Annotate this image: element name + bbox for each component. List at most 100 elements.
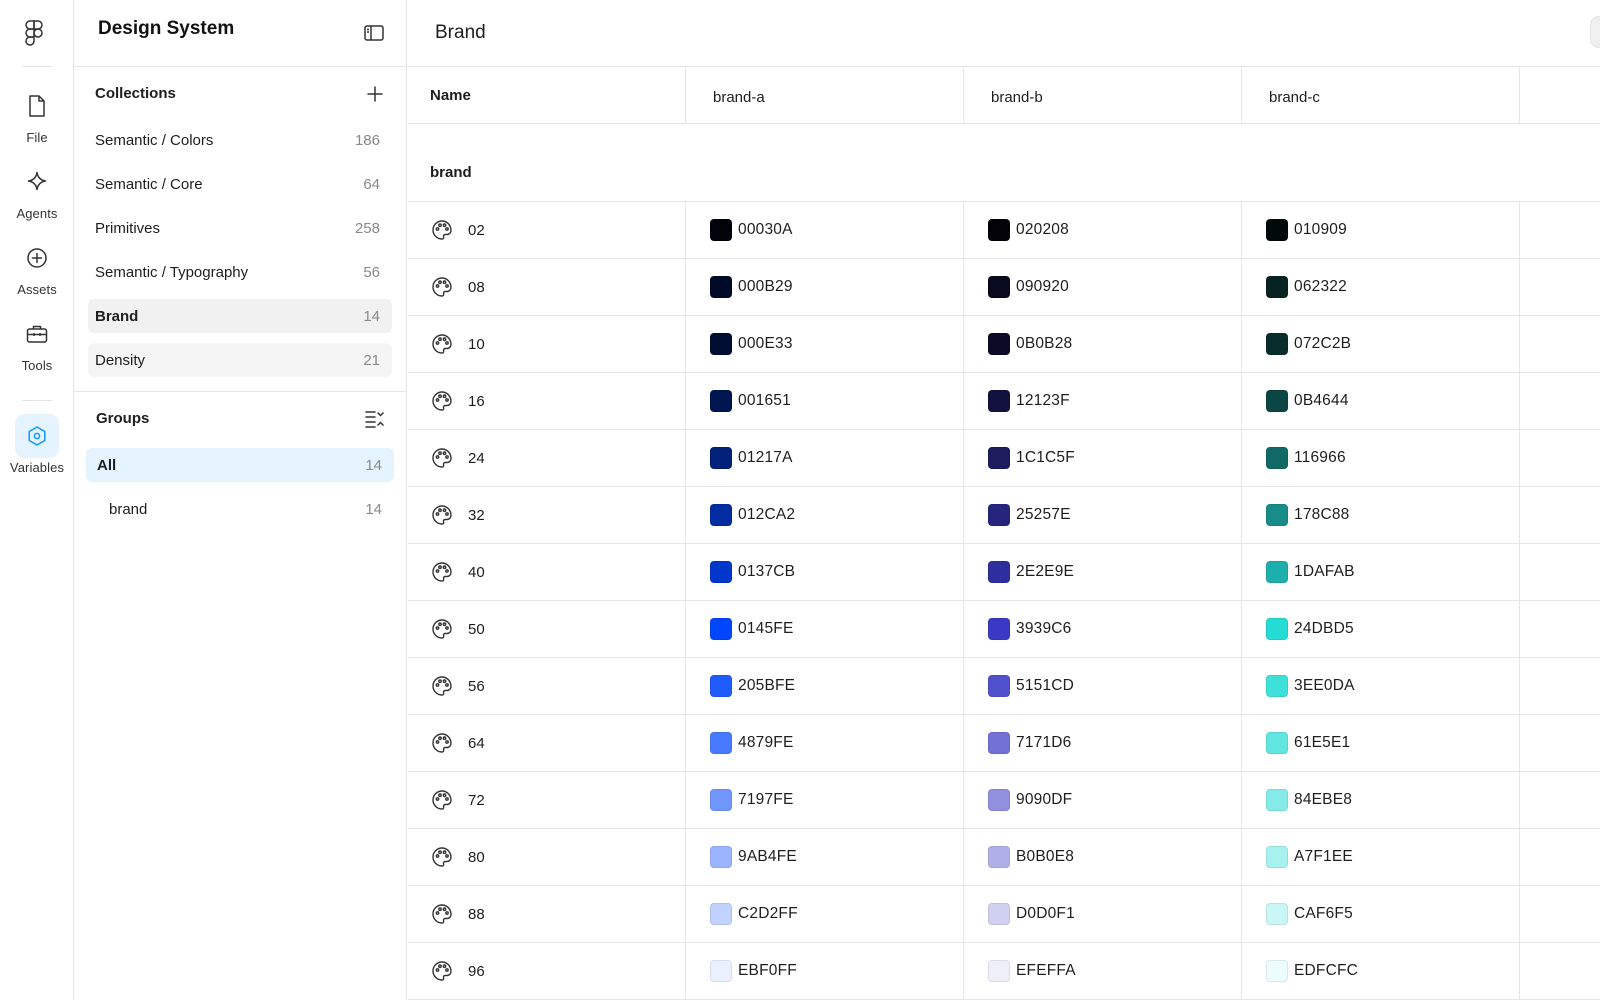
variable-name-cell[interactable]: 40: [408, 544, 686, 600]
color-value-cell[interactable]: 7197FE: [686, 772, 964, 828]
color-swatch[interactable]: [988, 561, 1010, 583]
color-swatch[interactable]: [710, 960, 732, 982]
color-value-cell[interactable]: 001651: [686, 373, 964, 429]
color-swatch[interactable]: [1266, 789, 1288, 811]
color-value-cell[interactable]: 012CA2: [686, 487, 964, 543]
color-value-cell[interactable]: 00030A: [686, 202, 964, 258]
color-value-cell[interactable]: 205BFE: [686, 658, 964, 714]
color-swatch[interactable]: [710, 390, 732, 412]
toggle-sidebar-button[interactable]: [362, 22, 386, 44]
variable-name-cell[interactable]: 80: [408, 829, 686, 885]
color-value-cell[interactable]: 12123F: [964, 373, 1242, 429]
rail-item-assets[interactable]: Assets: [0, 236, 74, 297]
color-swatch[interactable]: [988, 618, 1010, 640]
variable-name-cell[interactable]: 02: [408, 202, 686, 258]
color-swatch[interactable]: [710, 504, 732, 526]
table-row[interactable]: 40 0137CB 2E2E9E 1DAFAB: [408, 544, 1600, 601]
variable-name-cell[interactable]: 96: [408, 943, 686, 999]
color-swatch[interactable]: [710, 903, 732, 925]
color-swatch[interactable]: [988, 390, 1010, 412]
add-collection-button[interactable]: [364, 83, 386, 105]
color-value-cell[interactable]: 0137CB: [686, 544, 964, 600]
color-swatch[interactable]: [1266, 903, 1288, 925]
color-value-cell[interactable]: 3EE0DA: [1242, 658, 1520, 714]
group-options-button[interactable]: [364, 408, 386, 430]
color-swatch[interactable]: [988, 504, 1010, 526]
color-swatch[interactable]: [1266, 960, 1288, 982]
collection-item[interactable]: Semantic / Colors 186: [88, 123, 392, 157]
variable-name-cell[interactable]: 08: [408, 259, 686, 315]
color-swatch[interactable]: [988, 789, 1010, 811]
color-value-cell[interactable]: 25257E: [964, 487, 1242, 543]
color-swatch[interactable]: [710, 618, 732, 640]
color-swatch[interactable]: [1266, 561, 1288, 583]
color-swatch[interactable]: [710, 276, 732, 298]
table-row[interactable]: 02 00030A 020208 010909: [408, 202, 1600, 259]
color-value-cell[interactable]: 9090DF: [964, 772, 1242, 828]
table-row[interactable]: 08 000B29 090920 062322: [408, 259, 1600, 316]
panel-edge-handle[interactable]: [1590, 16, 1600, 48]
table-row[interactable]: 24 01217A 1C1C5F 116966: [408, 430, 1600, 487]
variable-name-cell[interactable]: 64: [408, 715, 686, 771]
rail-item-agents[interactable]: Agents: [0, 160, 74, 221]
color-value-cell[interactable]: 072C2B: [1242, 316, 1520, 372]
color-swatch[interactable]: [1266, 675, 1288, 697]
rail-item-variables[interactable]: Variables: [0, 414, 74, 475]
color-swatch[interactable]: [1266, 846, 1288, 868]
color-value-cell[interactable]: 01217A: [686, 430, 964, 486]
color-value-cell[interactable]: D0D0F1: [964, 886, 1242, 942]
color-swatch[interactable]: [1266, 276, 1288, 298]
table-row[interactable]: 50 0145FE 3939C6 24DBD5: [408, 601, 1600, 658]
table-row[interactable]: 56 205BFE 5151CD 3EE0DA: [408, 658, 1600, 715]
variable-name-cell[interactable]: 10: [408, 316, 686, 372]
color-swatch[interactable]: [1266, 390, 1288, 412]
color-value-cell[interactable]: EDFCFC: [1242, 943, 1520, 999]
color-value-cell[interactable]: 0B4644: [1242, 373, 1520, 429]
color-swatch[interactable]: [988, 732, 1010, 754]
color-swatch[interactable]: [710, 675, 732, 697]
table-row[interactable]: 32 012CA2 25257E 178C88: [408, 487, 1600, 544]
color-value-cell[interactable]: 5151CD: [964, 658, 1242, 714]
variable-name-cell[interactable]: 32: [408, 487, 686, 543]
color-value-cell[interactable]: 0B0B28: [964, 316, 1242, 372]
variable-name-cell[interactable]: 24: [408, 430, 686, 486]
color-swatch[interactable]: [988, 903, 1010, 925]
table-row[interactable]: 64 4879FE 7171D6 61E5E1: [408, 715, 1600, 772]
color-value-cell[interactable]: 0145FE: [686, 601, 964, 657]
color-value-cell[interactable]: 9AB4FE: [686, 829, 964, 885]
column-header-mode[interactable]: brand-c: [1242, 67, 1520, 123]
collection-item-selected[interactable]: Brand 14: [88, 299, 392, 333]
color-swatch[interactable]: [710, 846, 732, 868]
color-swatch[interactable]: [1266, 219, 1288, 241]
color-value-cell[interactable]: CAF6F5: [1242, 886, 1520, 942]
color-swatch[interactable]: [710, 447, 732, 469]
table-row[interactable]: 10 000E33 0B0B28 072C2B: [408, 316, 1600, 373]
color-value-cell[interactable]: 7171D6: [964, 715, 1242, 771]
group-item-brand[interactable]: brand 14: [86, 492, 394, 526]
color-value-cell[interactable]: 4879FE: [686, 715, 964, 771]
color-value-cell[interactable]: C2D2FF: [686, 886, 964, 942]
color-swatch[interactable]: [988, 675, 1010, 697]
table-row[interactable]: 88 C2D2FF D0D0F1 CAF6F5: [408, 886, 1600, 943]
collection-item[interactable]: Primitives 258: [88, 211, 392, 245]
variable-name-cell[interactable]: 72: [408, 772, 686, 828]
color-swatch[interactable]: [1266, 447, 1288, 469]
color-value-cell[interactable]: 3939C6: [964, 601, 1242, 657]
color-value-cell[interactable]: 178C88: [1242, 487, 1520, 543]
collection-item[interactable]: Semantic / Typography 56: [88, 255, 392, 289]
rail-item-tools[interactable]: Tools: [0, 312, 74, 373]
color-swatch[interactable]: [710, 219, 732, 241]
color-value-cell[interactable]: 1DAFAB: [1242, 544, 1520, 600]
color-value-cell[interactable]: 24DBD5: [1242, 601, 1520, 657]
color-value-cell[interactable]: 000E33: [686, 316, 964, 372]
color-swatch[interactable]: [710, 789, 732, 811]
color-swatch[interactable]: [1266, 732, 1288, 754]
color-swatch[interactable]: [710, 333, 732, 355]
variable-name-cell[interactable]: 50: [408, 601, 686, 657]
column-header-mode[interactable]: brand-a: [686, 67, 964, 123]
collection-item[interactable]: Density 21: [88, 343, 392, 377]
variable-name-cell[interactable]: 56: [408, 658, 686, 714]
color-value-cell[interactable]: 062322: [1242, 259, 1520, 315]
rail-item-file[interactable]: File: [0, 84, 74, 145]
color-swatch[interactable]: [1266, 618, 1288, 640]
